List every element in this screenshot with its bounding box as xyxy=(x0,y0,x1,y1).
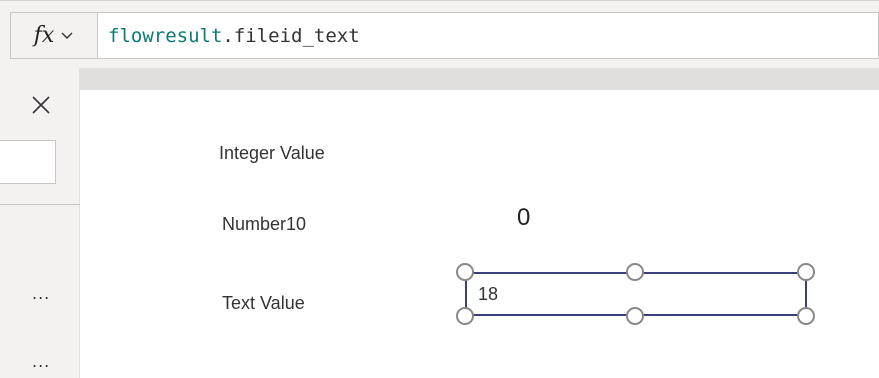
chevron-down-icon xyxy=(60,26,74,45)
formula-property: .fileid_text xyxy=(222,24,360,47)
resize-handle-top-center[interactable] xyxy=(626,263,644,281)
app-canvas: Integer Value Number10 0 Text Value 18 xyxy=(80,90,879,378)
fx-label: fx xyxy=(33,23,55,48)
formula-input[interactable]: flowresult .fileid_text xyxy=(98,12,879,59)
resize-handle-bottom-center[interactable] xyxy=(626,307,644,325)
close-button[interactable] xyxy=(28,92,54,118)
resize-handle-bottom-left[interactable] xyxy=(456,307,474,325)
more-button-1[interactable]: ... xyxy=(32,286,56,305)
number10-label: Number10 xyxy=(222,214,307,234)
more-icon: ... xyxy=(32,284,51,303)
formula-bar: fx flowresult .fileid_text xyxy=(0,0,879,68)
canvas-header-strip xyxy=(80,68,879,90)
function-selector-button[interactable]: fx xyxy=(10,12,98,59)
resize-handle-top-right[interactable] xyxy=(797,263,815,281)
text-value-label: Text Value xyxy=(222,293,305,313)
resize-handle-bottom-right[interactable] xyxy=(797,307,815,325)
pane-divider xyxy=(0,204,80,205)
close-icon xyxy=(28,96,54,122)
number10-value: 0 xyxy=(517,204,531,231)
resize-handle-top-left[interactable] xyxy=(456,263,474,281)
formula-variable: flowresult xyxy=(108,24,223,47)
pane-search-input[interactable] xyxy=(0,140,56,184)
text-input-value: 18 xyxy=(478,283,499,304)
more-button-2[interactable]: ... xyxy=(32,354,56,373)
left-pane: ... ... xyxy=(0,68,80,378)
integer-value-label: Integer Value xyxy=(219,143,325,163)
more-icon: ... xyxy=(32,352,51,371)
